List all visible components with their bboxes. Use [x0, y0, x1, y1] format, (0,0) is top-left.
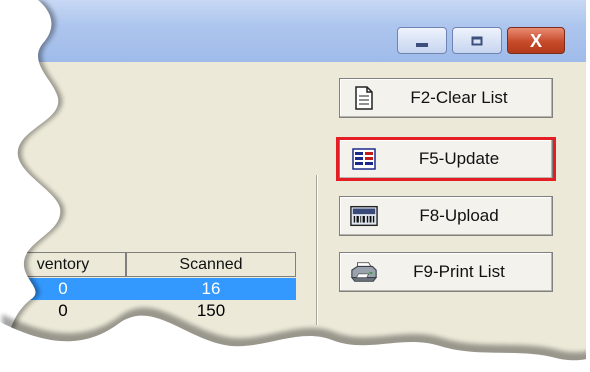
inventory-cell: 0 — [58, 301, 68, 320]
update-highlight-box — [336, 137, 556, 181]
clear-list-label: F2-Clear List — [410, 88, 508, 107]
barcode-scanner-icon — [350, 204, 378, 228]
column-header-label: ventory — [36, 255, 90, 273]
minimize-icon — [416, 42, 428, 47]
clear-list-button[interactable]: F2-Clear List — [339, 78, 553, 118]
table-row[interactable]: 0 16 — [0, 278, 296, 300]
document-icon — [350, 86, 378, 110]
column-header-scanned[interactable]: Scanned — [126, 252, 296, 277]
window-controls: X — [397, 27, 565, 55]
printer-icon — [350, 260, 378, 284]
minimize-button[interactable] — [397, 27, 447, 54]
app-window: X F2-Clear List F5-Update F8-Upload F9-P… — [0, 0, 590, 372]
scanned-cell: 16 — [201, 279, 221, 298]
print-list-button[interactable]: F9-Print List — [339, 252, 553, 292]
column-header-label: Scanned — [179, 255, 243, 273]
inventory-cell: 0 — [58, 279, 68, 298]
table-row[interactable]: 0 150 — [0, 300, 296, 322]
close-icon: X — [529, 30, 543, 51]
scanned-cell: 150 — [196, 301, 226, 320]
column-header-inventory[interactable]: ventory — [0, 252, 126, 277]
maximize-button[interactable] — [452, 27, 502, 54]
print-list-label: F9-Print List — [413, 262, 505, 281]
panel-splitter[interactable] — [316, 175, 318, 325]
close-button[interactable]: X — [507, 27, 565, 54]
maximize-icon — [471, 36, 483, 45]
upload-label: F8-Upload — [419, 206, 499, 225]
title-bar: X — [0, 0, 590, 62]
upload-button[interactable]: F8-Upload — [339, 196, 553, 236]
